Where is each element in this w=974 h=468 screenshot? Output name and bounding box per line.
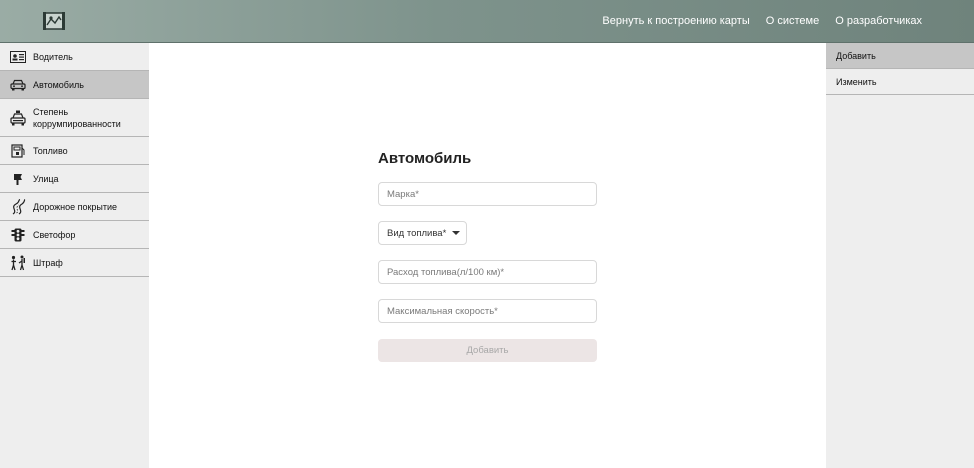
- fuel-type-select[interactable]: Вид топлива*: [378, 221, 467, 245]
- brand-input[interactable]: Марка*: [378, 182, 597, 206]
- sidebar-item-label: Топливо: [33, 145, 68, 156]
- nav-link-back-to-map[interactable]: Вернуть к построению карты: [602, 0, 749, 43]
- sidebar-item-driver[interactable]: Водитель: [0, 43, 149, 71]
- sidebar-item-street[interactable]: Улица: [0, 165, 149, 193]
- fuel-icon: [10, 143, 26, 159]
- add-submit-button[interactable]: Добавить: [378, 339, 597, 362]
- sidebar-item-traffic-light[interactable]: Светофор: [0, 221, 149, 249]
- sidebar-item-corruption-level[interactable]: Степень коррумпированности: [0, 99, 149, 137]
- sidebar-item-label: Степень коррумпированности: [33, 106, 121, 129]
- max-speed-input[interactable]: Максимальная скорость*: [378, 299, 597, 323]
- sidebar-item-fine[interactable]: Штраф: [0, 249, 149, 277]
- sidebar-item-car[interactable]: Автомобиль: [0, 71, 149, 99]
- action-add[interactable]: Добавить: [826, 43, 974, 69]
- action-edit[interactable]: Изменить: [826, 69, 974, 95]
- street-sign-icon: [10, 171, 26, 187]
- top-navigation-bar: Вернуть к построению карты О системе О р…: [0, 0, 974, 43]
- sidebar-item-label: Дорожное покрытие: [33, 201, 118, 212]
- nav-link-about-developers[interactable]: О разработчиках: [835, 0, 922, 43]
- caret-down-icon: [452, 231, 461, 235]
- actions-panel: Добавить Изменить: [826, 43, 974, 468]
- fine-icon: [10, 255, 26, 271]
- main-content: [149, 43, 826, 468]
- sidebar-item-label: Светофор: [33, 229, 76, 240]
- sidebar-item-label: Штраф: [33, 257, 63, 268]
- traffic-light-icon: [10, 227, 26, 243]
- driver-license-icon: [10, 49, 26, 65]
- nav-link-about-system[interactable]: О системе: [766, 0, 819, 43]
- road-icon: [10, 198, 26, 215]
- form-title: Автомобиль: [378, 150, 472, 167]
- sidebar-item-label: Водитель: [33, 51, 73, 62]
- fuel-consumption-input[interactable]: Расход топлива(л/100 км)*: [378, 260, 597, 284]
- sidebar-item-fuel[interactable]: Топливо: [0, 137, 149, 165]
- sidebar-item-label: Автомобиль: [33, 79, 84, 90]
- police-car-icon: [10, 110, 26, 126]
- sidebar: Водитель Автомобиль Степень коррумпирова…: [0, 43, 149, 468]
- car-icon: [10, 77, 26, 93]
- map-logo-icon[interactable]: [42, 9, 66, 33]
- fuel-type-select-label: Вид топлива*: [387, 227, 447, 239]
- sidebar-item-road-surface[interactable]: Дорожное покрытие: [0, 193, 149, 221]
- sidebar-item-label: Улица: [33, 173, 59, 184]
